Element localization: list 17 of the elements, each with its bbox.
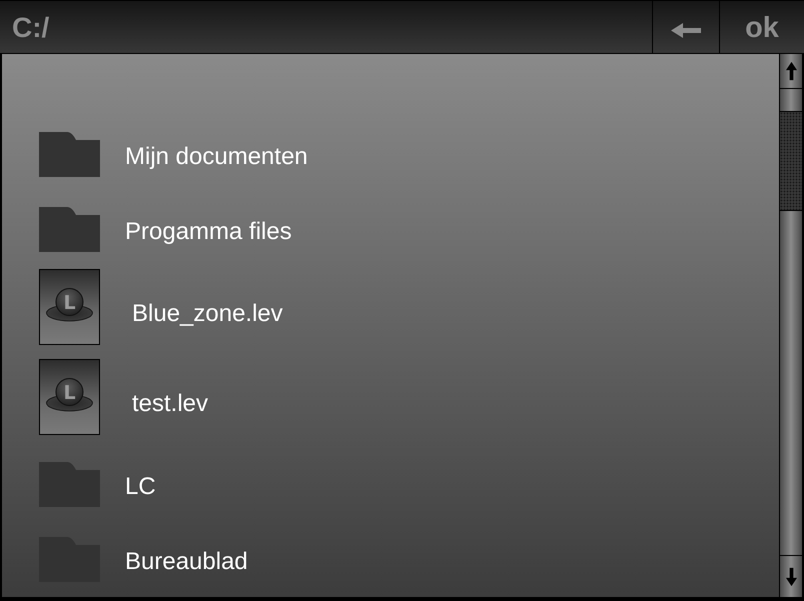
- arrow-left-icon: [671, 22, 701, 38]
- file-name[interactable]: Blue_zone.lev: [132, 300, 283, 328]
- arrow-down-icon: [786, 566, 796, 586]
- folder-name[interactable]: Mijn documenten: [125, 142, 308, 170]
- file-icon[interactable]: L: [39, 359, 100, 435]
- scroll-up-button[interactable]: [780, 54, 802, 89]
- folder-name[interactable]: Bureaublad: [125, 548, 248, 576]
- file-icon[interactable]: L: [39, 269, 100, 345]
- folder-name[interactable]: LC: [125, 472, 156, 500]
- path-label: C:/: [11, 12, 50, 44]
- arrow-up-icon: [786, 61, 796, 81]
- folder-name[interactable]: Progamma files: [125, 218, 292, 246]
- scrollbar-thumb[interactable]: [780, 111, 802, 211]
- scroll-down-button[interactable]: [780, 555, 802, 597]
- file-name[interactable]: test.lev: [132, 390, 208, 418]
- folder-icon[interactable]: [39, 132, 100, 177]
- folder-icon[interactable]: [39, 207, 100, 252]
